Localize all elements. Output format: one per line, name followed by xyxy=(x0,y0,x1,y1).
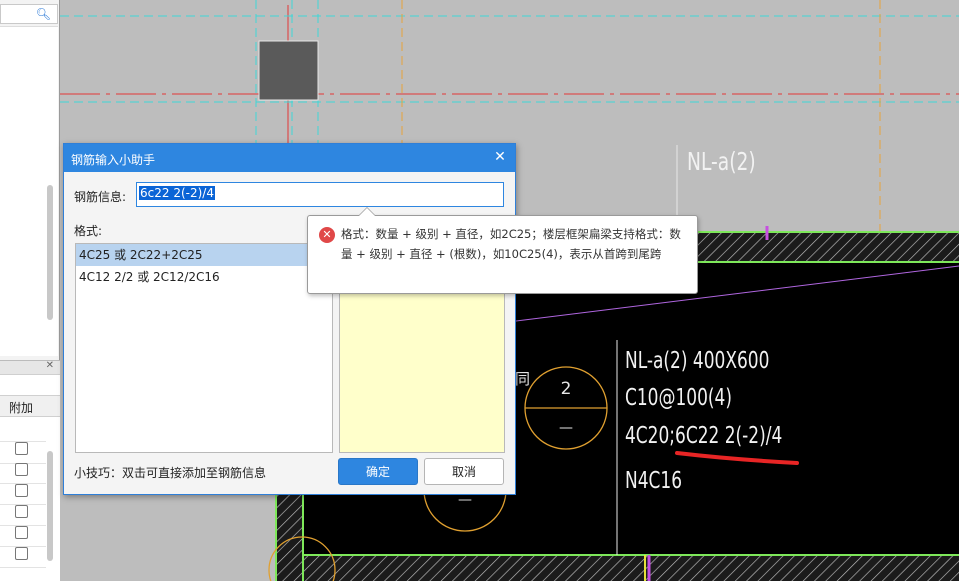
row-checkbox[interactable] xyxy=(15,505,28,518)
partial-char: 同 xyxy=(515,370,530,388)
beam-annotation-line-3[interactable]: 4C20;6C22 2(-2)/4 xyxy=(625,421,782,448)
format-error-tooltip: ✕ 格式：数量 + 级别 + 直径，如2C25；楼层框架扁梁支持格式：数量 + … xyxy=(307,207,698,294)
left-panel: 🔍︎ ✕ 附加 xyxy=(0,0,60,581)
tip-text: 小技巧：双击可直接添加至钢筋信息 xyxy=(74,466,267,480)
column-header: 附加 xyxy=(0,395,60,417)
circle-label-top: 2 xyxy=(561,379,572,399)
error-icon: ✕ xyxy=(319,227,335,243)
dialog-titlebar[interactable]: 钢筋输入小助手 ✕ xyxy=(64,144,515,172)
search-icon[interactable]: 🔍︎ xyxy=(36,7,51,21)
format-list[interactable]: 4C25 或 2C22+2C25 4C12 2/2 或 2C12/2C16 xyxy=(75,243,333,453)
row-checkbox[interactable] xyxy=(15,547,28,560)
rebar-info-input[interactable]: 6c22 2(-2)/4 xyxy=(136,182,504,207)
dialog-title: 钢筋输入小助手 xyxy=(71,153,156,167)
rebar-info-value[interactable]: 6c22 2(-2)/4 xyxy=(139,186,215,200)
rebar-info-label: 钢筋信息: xyxy=(74,190,127,204)
ok-button[interactable]: 确定 xyxy=(338,458,418,485)
circle-label-bottom: — xyxy=(559,420,573,436)
close-icon[interactable]: ✕ xyxy=(491,148,509,166)
beam-annotation-line-4[interactable]: N4C16 xyxy=(625,466,682,493)
search-input[interactable]: 🔍︎ xyxy=(0,4,58,24)
beam-label-top[interactable]: NL-a(2) xyxy=(687,147,756,177)
tooltip-message: 格式：数量 + 级别 + 直径，如2C25；楼层框架扁梁支持格式：数量 + 级别… xyxy=(341,227,681,261)
column-square[interactable] xyxy=(258,40,319,101)
row-checkbox[interactable] xyxy=(15,526,28,539)
format-list-item[interactable]: 4C25 或 2C22+2C25 xyxy=(76,244,332,266)
format-list-item[interactable]: 4C12 2/2 或 2C12/2C16 xyxy=(76,266,332,288)
left-scrollbar-thumb[interactable] xyxy=(47,185,53,320)
property-panel: ✕ 附加 xyxy=(0,360,60,581)
rebar-input-dialog: 钢筋输入小助手 ✕ 钢筋信息: 6c22 2(-2)/4 格式: 4C25 或 … xyxy=(63,143,516,495)
beam-annotation-line-2[interactable]: C10@100(4) xyxy=(625,383,732,410)
close-icon[interactable]: ✕ xyxy=(46,360,54,371)
beam-annotation-line-1[interactable]: NL-a(2) 400X600 xyxy=(625,346,769,373)
row-divider xyxy=(0,567,46,568)
tooltip-pointer xyxy=(358,207,376,216)
hatch-band-bottom xyxy=(303,555,959,581)
column-header-label: 附加 xyxy=(9,401,34,415)
hatch-column-left xyxy=(276,490,303,581)
row-checkbox[interactable] xyxy=(15,484,28,497)
format-label: 格式: xyxy=(74,224,103,238)
property-panel-header: ✕ xyxy=(0,360,60,375)
property-scrollbar-thumb[interactable] xyxy=(47,451,53,561)
row-checkbox[interactable] xyxy=(15,463,28,476)
row-checkbox[interactable] xyxy=(15,442,28,455)
cancel-button[interactable]: 取消 xyxy=(424,458,504,485)
